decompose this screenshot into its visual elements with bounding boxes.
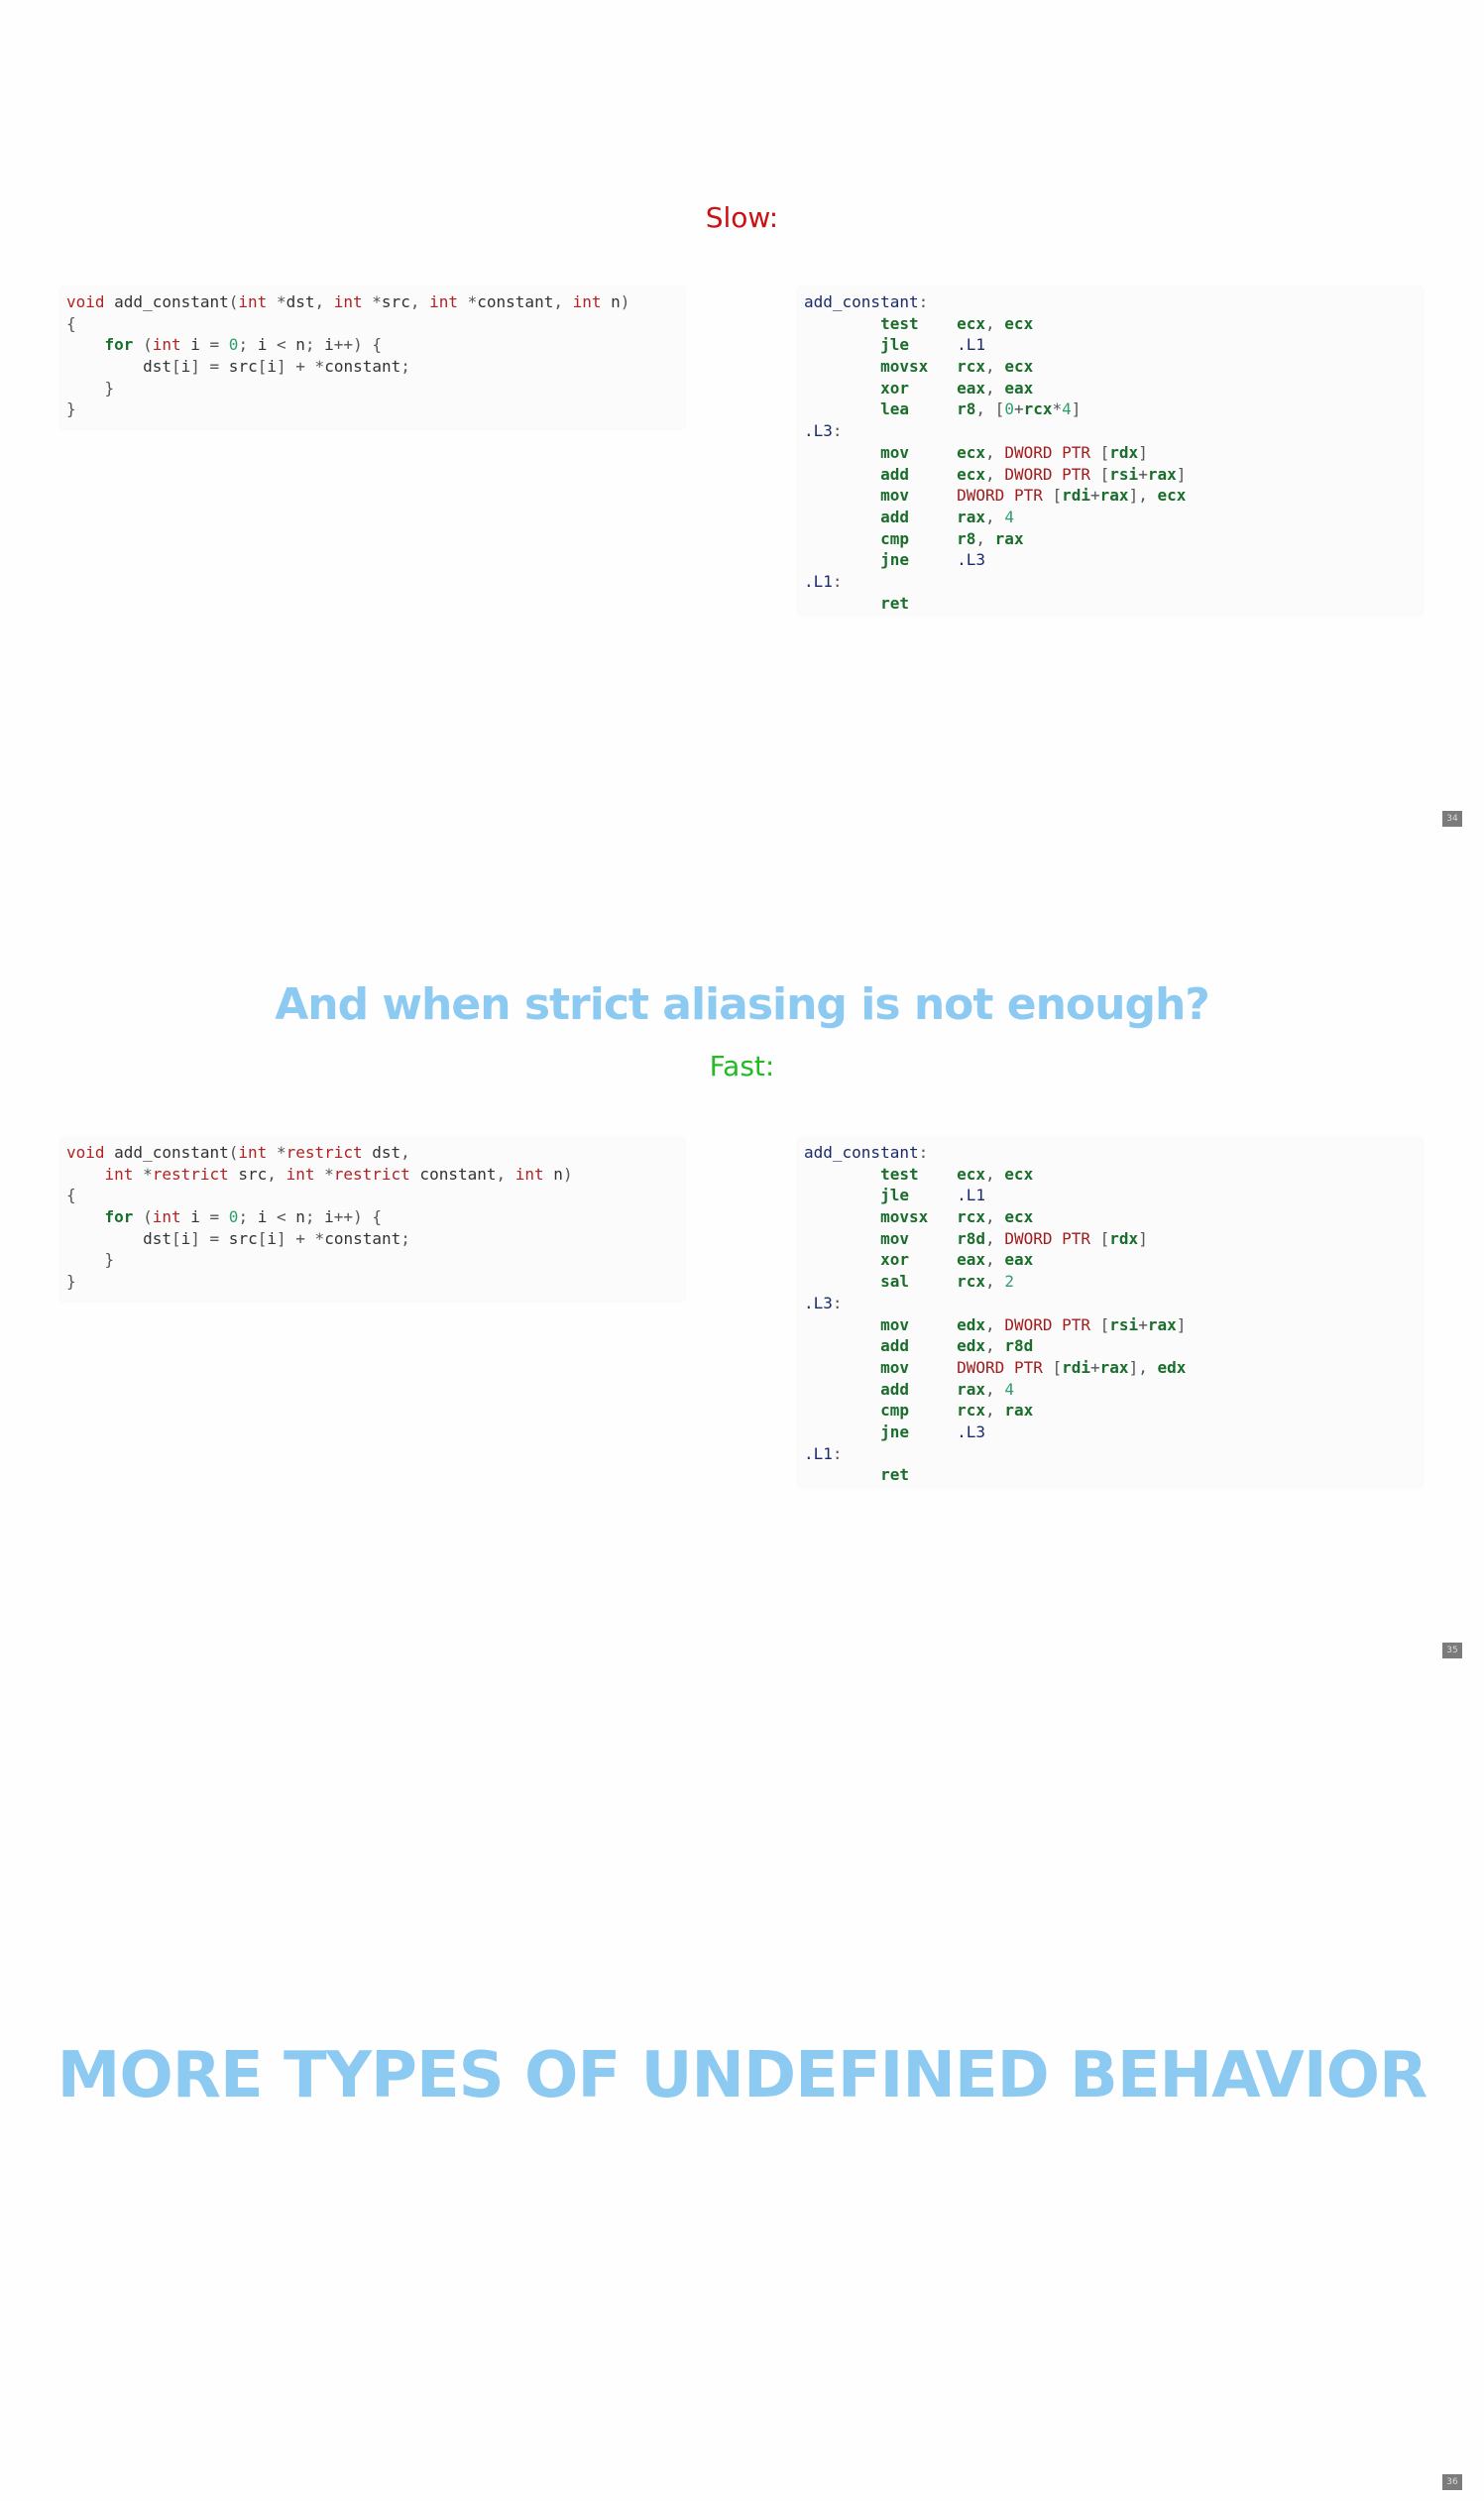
code-line: xor eax, eax [880,1250,1034,1270]
code-line: mov r8d, DWORD PTR [rdx] [880,1228,1148,1248]
code-line: add ecx, DWORD PTR [rsi+rax] [880,464,1187,484]
code-line: add_constant: [804,292,929,311]
code-line: for (int i = 0; i < n; i++) { [104,335,382,355]
code-line: .L3: [804,421,843,441]
code-line: } [104,1250,115,1270]
code-line: .L1: [804,1443,843,1463]
code-line: mov DWORD PTR [rdi+rax], ecx [880,486,1187,506]
code-line: jle .L1 [880,335,986,355]
code-line: int *restrict src, int *restrict constan… [104,1164,573,1184]
code-line: mov edx, DWORD PTR [rsi+rax] [880,1314,1187,1334]
page-number: 35 [1442,1643,1462,1658]
slide-36: MORE TYPES OF UNDEFINED BEHAVIOR 36 [0,1669,1484,2502]
code-line: add rax, 4 [880,1379,1014,1399]
code-line: for (int i = 0; i < n; i++) { [104,1207,382,1227]
code-line: dst[i] = src[i] + *constant; [66,1228,410,1248]
code-line: add_constant: [804,1143,929,1162]
slow-label: Slow: [705,201,779,234]
c-code-block-slow: void add_constant(int *dst, int *src, in… [60,287,684,428]
code-line: void add_constant(int *restrict dst, [66,1143,410,1162]
code-line: ret [880,1465,909,1485]
code-line: jne .L3 [880,1422,986,1441]
fast-label: Fast: [709,1050,775,1082]
code-line: ret [880,593,909,613]
code-line: add rax, 4 [880,507,1014,526]
code-line: add edx, r8d [880,1336,1034,1356]
page-number: 34 [1442,811,1462,827]
asm-code-block-slow: add_constant: test ecx, ecx jle .L1 movs… [798,287,1423,615]
page-number: 36 [1442,2474,1462,2490]
code-line: { [66,313,76,333]
code-line: .L3: [804,1293,843,1312]
code-line: dst[i] = src[i] + *constant; [66,357,410,377]
code-line: void add_constant(int *dst, int *src, in… [66,292,630,311]
code-line: jne .L3 [880,550,986,570]
slide-title: And when strict aliasing is not enough? [275,979,1210,1030]
code-line: movsx rcx, ecx [880,1207,1034,1227]
code-line: cmp r8, rax [880,528,1024,548]
code-line: test ecx, ecx [880,313,1034,333]
code-line: } [66,399,76,419]
code-line: test ecx, ecx [880,1164,1034,1184]
c-code-block-fast: void add_constant(int *restrict dst, int… [60,1138,684,1301]
code-line: mov DWORD PTR [rdi+rax], edx [880,1357,1187,1377]
code-line: cmp rcx, rax [880,1401,1034,1421]
asm-code-block-fast: add_constant: test ecx, ecx jle .L1 movs… [798,1138,1423,1487]
code-line: jle .L1 [880,1186,986,1205]
code-line: } [104,378,115,398]
code-line: } [66,1272,76,1292]
slide-35: And when strict aliasing is not enough? … [0,835,1484,1667]
code-line: { [66,1186,76,1205]
code-line: sal rcx, 2 [880,1272,1014,1292]
code-line: xor eax, eax [880,378,1034,398]
code-line: mov ecx, DWORD PTR [rdx] [880,442,1148,462]
code-line: movsx rcx, ecx [880,357,1034,377]
code-line: .L1: [804,571,843,591]
code-line: lea r8, [0+rcx*4] [880,399,1082,419]
section-title: MORE TYPES OF UNDEFINED BEHAVIOR [57,2039,1428,2112]
slide-34: Slow: void add_constant(int *dst, int *s… [0,0,1484,833]
